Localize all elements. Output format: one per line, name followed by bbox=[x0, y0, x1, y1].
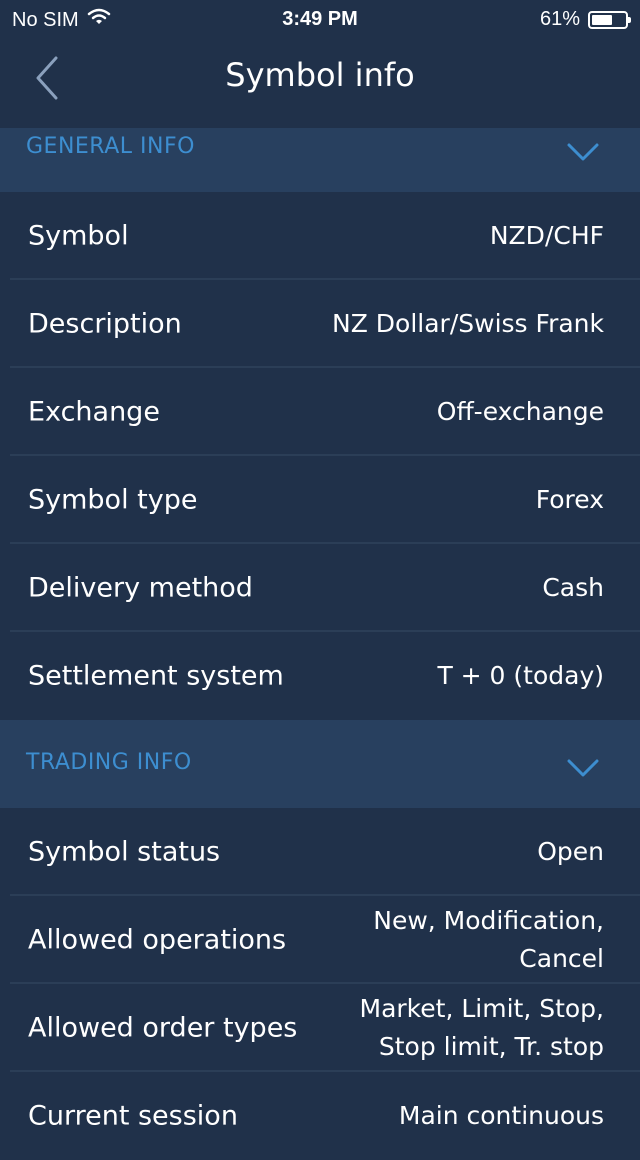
row-value: Main continuous bbox=[398, 1101, 604, 1130]
info-row-exchange: Exchange Off-exchange bbox=[0, 368, 640, 456]
row-value: T + 0 (today) bbox=[437, 661, 604, 690]
battery-percent: 61% bbox=[539, 8, 580, 30]
section-title: TRADING INFO bbox=[26, 750, 192, 775]
info-row-description: Description NZ Dollar/Swiss Frank bbox=[0, 280, 640, 368]
row-value: NZD/CHF bbox=[489, 221, 604, 250]
info-row-current-session: Current session Main continuous bbox=[0, 1072, 640, 1160]
info-row-delivery-method: Delivery method Cash bbox=[0, 544, 640, 632]
info-row-symbol-status: Symbol status Open bbox=[0, 808, 640, 896]
status-bar: No SIM 3:49 PM 61% bbox=[0, 0, 640, 40]
row-label: Allowed order types bbox=[28, 1012, 298, 1044]
row-label: Symbol bbox=[28, 220, 129, 252]
battery-fill bbox=[592, 14, 612, 25]
row-value: New, Modification, Cancel bbox=[373, 906, 604, 973]
info-row-allowed-operations: Allowed operations New, Modification, Ca… bbox=[0, 896, 640, 984]
battery-icon bbox=[588, 10, 631, 29]
row-label: Exchange bbox=[28, 396, 160, 428]
chevron-down-icon bbox=[567, 143, 599, 161]
status-right: 61% bbox=[539, 8, 631, 31]
row-value: Off-exchange bbox=[436, 397, 604, 426]
chevron-down-icon bbox=[567, 759, 599, 777]
section-header-general-info[interactable]: GENERAL INFO bbox=[0, 128, 640, 192]
section-header-trading-info[interactable]: TRADING INFO bbox=[0, 720, 640, 808]
row-label: Current session bbox=[28, 1100, 238, 1132]
row-label: Description bbox=[28, 308, 182, 340]
row-value: NZ Dollar/Swiss Frank bbox=[332, 309, 604, 338]
info-row-allowed-order-types: Allowed order types Market, Limit, Stop,… bbox=[0, 984, 640, 1072]
row-label: Allowed operations bbox=[28, 924, 287, 956]
row-label: Delivery method bbox=[28, 572, 253, 604]
info-row-symbol: Symbol NZD/CHF bbox=[0, 192, 640, 280]
row-label: Symbol status bbox=[28, 836, 221, 868]
row-label: Settlement system bbox=[28, 660, 284, 692]
row-value: Cash bbox=[542, 573, 604, 602]
row-value: Market, Limit, Stop, Stop limit, Tr. sto… bbox=[359, 994, 604, 1061]
page-title: Symbol info bbox=[225, 56, 415, 94]
info-row-settlement-system: Settlement system T + 0 (today) bbox=[0, 632, 640, 720]
info-row-symbol-type: Symbol type Forex bbox=[0, 456, 640, 544]
row-value: Forex bbox=[535, 485, 604, 514]
row-label: Symbol type bbox=[28, 484, 198, 516]
navigation-bar: Symbol info bbox=[0, 40, 640, 128]
section-title: GENERAL INFO bbox=[26, 134, 195, 159]
row-value: Open bbox=[537, 837, 604, 866]
